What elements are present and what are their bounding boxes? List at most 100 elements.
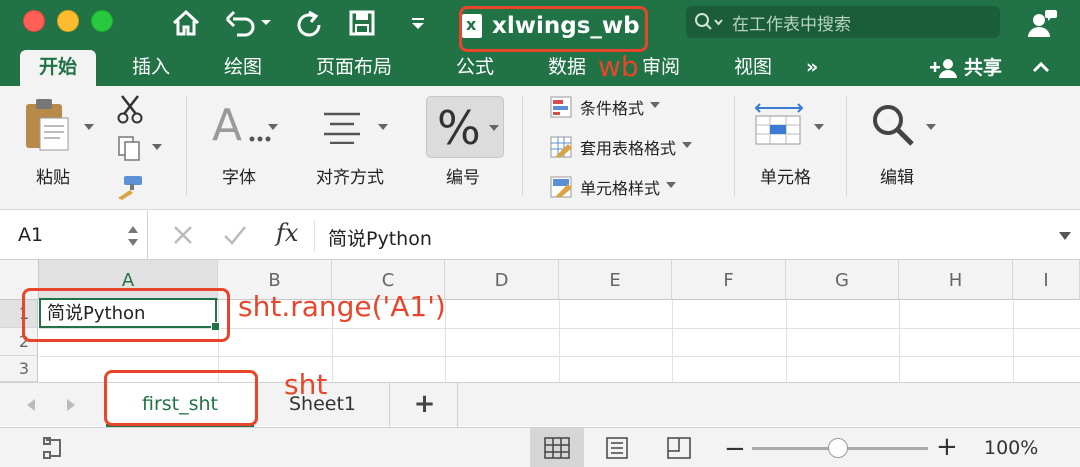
cell-styles-label: 单元格样式 [580,179,661,198]
tab-draw[interactable]: 绘图 [224,50,262,86]
column-header-i[interactable]: I [1013,260,1080,300]
collapse-ribbon-button[interactable] [1032,50,1050,86]
zoom-slider-thumb[interactable] [828,438,848,458]
redo-icon[interactable] [292,6,326,40]
cut-icon[interactable] [116,94,144,128]
tab-home[interactable]: 开始 [20,50,97,86]
customize-toolbar-icon[interactable] [404,6,432,40]
add-sheet-button[interactable]: + [392,383,458,427]
clipboard-icon [26,99,69,151]
name-box-value: A1 [18,224,44,246]
conditional-format-icon [550,96,572,118]
column-header-e[interactable]: E [559,260,672,300]
conditional-format-button[interactable]: 条件格式 [550,94,661,120]
insert-function-icon[interactable]: fx [276,219,298,247]
align-icon[interactable] [320,110,370,148]
normal-view-button[interactable] [530,428,584,467]
cells-label: 单元格 [760,168,811,188]
cells-icon[interactable] [752,102,808,150]
ribbon-home: 粘贴 A 字体 对齐方式 % 编号 条件格式 套用表格格式 单元格样式 单元格 … [0,86,1080,210]
format-as-table-icon [550,136,572,158]
grid-line [1013,300,1014,382]
grid-line [786,300,787,382]
user-account-icon[interactable] [1024,6,1060,40]
formula-input[interactable]: 简说Python [328,224,432,251]
name-box[interactable]: A1 [0,211,148,260]
more-tabs-button[interactable]: » [806,50,818,86]
number-dropdown-icon [489,125,499,131]
annotation-box-sheet [104,370,258,426]
ribbon-separator [522,96,523,196]
tab-page-layout[interactable]: 页面布局 [316,50,392,86]
undo-icon[interactable] [222,6,274,40]
tab-insert[interactable]: 插入 [132,50,170,86]
minimize-window-button[interactable] [57,10,79,32]
name-box-stepper-icon [128,226,138,246]
status-bar: − + 100% [0,427,1080,467]
edit-dropdown-icon[interactable] [926,124,936,130]
column-header-g[interactable]: G [786,260,899,300]
search-placeholder: 在工作表中搜索 [732,14,851,35]
ribbon-separator [734,96,735,196]
format-painter-icon[interactable] [114,174,146,204]
zoom-level[interactable]: 100% [984,437,1038,459]
align-dropdown-icon[interactable] [378,124,388,130]
font-dropdown-icon[interactable] [268,124,278,130]
cell-styles-dropdown-icon [666,182,677,188]
magnifier-icon[interactable] [868,102,918,152]
annotation-range: sht.range('A1') [238,290,446,323]
number-format-button[interactable]: % [426,96,504,158]
expand-formula-bar-icon[interactable] [1058,231,1072,241]
column-header-f[interactable]: F [672,260,786,300]
cell-styles-button[interactable]: 单元格样式 [550,174,677,200]
scroll-sheets-right-icon[interactable] [64,397,78,413]
cancel-edit-icon[interactable] [172,224,194,246]
tab-data[interactable]: 数据 [548,50,586,86]
paste-button[interactable] [22,96,82,156]
conditional-format-dropdown-icon [650,102,661,108]
tab-formulas[interactable]: 公式 [456,50,494,86]
grid-view-icon [544,437,570,459]
zoom-window-button[interactable] [91,10,113,32]
grid-line [899,300,900,382]
cells-dropdown-icon[interactable] [814,124,824,130]
grid-line [672,300,673,382]
copy-icon[interactable] [116,134,144,166]
edit-label: 编辑 [880,168,914,188]
row-header-3[interactable]: 3 [0,356,38,382]
column-header-h[interactable]: H [899,260,1013,300]
search-sheet-input[interactable]: 在工作表中搜索 [686,6,1000,38]
close-window-button[interactable] [23,10,45,32]
align-label: 对齐方式 [316,168,384,188]
page-layout-view-icon[interactable] [604,437,630,459]
format-as-table-label: 套用表格格式 [580,139,677,158]
format-as-table-button[interactable]: 套用表格格式 [550,134,693,160]
macro-record-icon[interactable] [42,436,68,460]
paste-dropdown-icon[interactable] [84,124,94,130]
ribbon-separator [186,96,187,196]
annotation-box-range [22,288,230,342]
save-icon[interactable] [344,6,380,40]
copy-dropdown-icon[interactable] [152,144,162,150]
share-button[interactable]: 共享 [928,50,1002,86]
tab-review[interactable]: 审阅 [642,50,680,86]
confirm-edit-icon[interactable] [222,224,248,246]
add-person-icon [930,59,957,78]
scroll-sheets-left-icon[interactable] [24,397,38,413]
page-break-view-icon[interactable] [666,437,692,459]
column-header-d[interactable]: D [445,260,559,300]
font-icon[interactable]: A [212,100,272,151]
tab-view[interactable]: 视图 [734,50,772,86]
search-icon [695,13,723,30]
zoom-in-button[interactable]: + [936,432,958,462]
svg-text:A: A [212,102,242,146]
grid-line [559,300,560,382]
ribbon-tabs: 开始 插入 绘图 页面布局 公式 数据 审阅 视图 » 共享 [0,50,1080,86]
home-icon[interactable] [168,6,204,40]
zoom-out-button[interactable]: − [724,434,746,464]
chevron-up-icon [1032,61,1050,73]
number-label: 编号 [446,168,480,188]
formula-bar: A1 fx 简说Python [0,211,1080,260]
annotation-wb: wb [598,50,639,83]
conditional-format-label: 条件格式 [580,99,645,118]
